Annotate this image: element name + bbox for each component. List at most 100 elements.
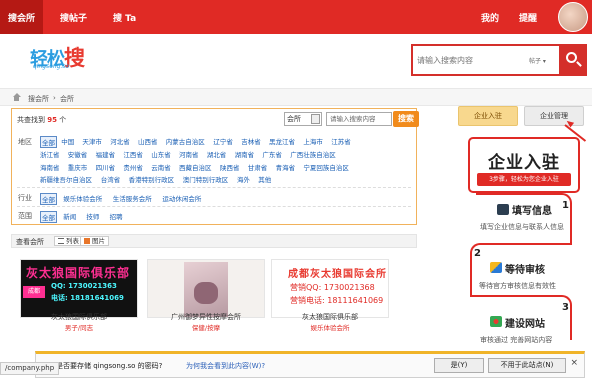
- region-option[interactable]: 澳门特别行政区: [183, 174, 229, 184]
- club-photo: [184, 262, 228, 317]
- club-card-title[interactable]: 灰太狼国际俱乐部: [20, 312, 138, 322]
- region-option[interactable]: 全部: [40, 136, 57, 148]
- region-option[interactable]: 重庆市: [68, 162, 88, 172]
- region-option[interactable]: 山东省: [151, 149, 171, 159]
- region-option[interactable]: 其他: [258, 174, 271, 184]
- nav-search-ta[interactable]: 搜 Ta: [113, 11, 136, 24]
- region-option[interactable]: 江西省: [123, 149, 143, 159]
- region-option[interactable]: 浙江省: [40, 149, 60, 159]
- club-card-image[interactable]: [147, 259, 265, 318]
- scope-option[interactable]: 全部: [40, 211, 57, 223]
- view-label: 查看会所: [16, 238, 44, 246]
- region-option[interactable]: 海外: [237, 174, 250, 184]
- nav-search-posts[interactable]: 搜帖子: [60, 11, 87, 24]
- search-icon: [566, 52, 577, 63]
- region-option[interactable]: 河南省: [179, 149, 199, 159]
- scope-option[interactable]: 招聘: [110, 211, 123, 221]
- step-title: 建设网站: [505, 319, 545, 330]
- club-card-category[interactable]: 娱乐体验会所: [271, 322, 389, 332]
- logo-domain: qingsong.so: [33, 63, 70, 70]
- infobar-message: 是否要存储 qingsong.so 的密码?: [56, 362, 163, 370]
- divider: [17, 187, 411, 188]
- region-option[interactable]: 西藏自治区: [179, 162, 212, 172]
- avatar[interactable]: [558, 2, 588, 32]
- build-icon: [490, 316, 502, 327]
- region-option[interactable]: 吉林省: [241, 136, 261, 146]
- region-option[interactable]: 内蒙古自治区: [166, 136, 205, 146]
- nav-reminders[interactable]: 提醒: [519, 11, 537, 24]
- industry-option[interactable]: 全部: [40, 193, 57, 205]
- region-option[interactable]: 云南省: [151, 162, 171, 172]
- region-option[interactable]: 广西壮族自治区: [290, 149, 336, 159]
- step-number: 2: [474, 248, 481, 259]
- region-option[interactable]: 天津市: [82, 136, 102, 146]
- keyword-input[interactable]: 请输入搜索内容: [326, 112, 392, 126]
- category-select[interactable]: 会所: [284, 112, 322, 126]
- region-option[interactable]: 台湾省: [101, 174, 121, 184]
- nav-search-club[interactable]: 搜会所: [0, 0, 44, 34]
- club-card-title[interactable]: 灰太狼国际俱乐部: [271, 312, 389, 322]
- breadcrumb-item[interactable]: 搜会所: [28, 94, 49, 104]
- enterprise-manage-button[interactable]: 企业管理: [524, 106, 584, 126]
- infobar-help-link[interactable]: 为何我会看到此内容(W)?: [186, 361, 265, 371]
- breadcrumb-item[interactable]: 会所: [60, 94, 74, 104]
- region-option[interactable]: 上海市: [303, 136, 323, 146]
- card-banner-text: 灰太狼国际俱乐部: [26, 266, 131, 280]
- region-option[interactable]: 陕西省: [220, 162, 240, 172]
- scope-option[interactable]: 技师: [86, 211, 99, 221]
- region-option[interactable]: 贵州省: [123, 162, 143, 172]
- region-option[interactable]: 新疆维吾尔自治区: [40, 174, 92, 184]
- close-icon[interactable]: ×: [570, 358, 578, 368]
- home-icon[interactable]: [12, 93, 21, 101]
- save-password-infobar: 是否要存储 qingsong.so 的密码? 为何我会看到此内容(W)? 是(Y…: [35, 351, 585, 378]
- region-option[interactable]: 宁夏回族自治区: [303, 162, 349, 172]
- scope-option[interactable]: 新闻: [63, 211, 76, 221]
- nav-mine[interactable]: 我的: [481, 11, 499, 24]
- region-option[interactable]: 四川省: [96, 162, 116, 172]
- region-option[interactable]: 海南省: [40, 162, 60, 172]
- region-option[interactable]: 黑龙江省: [269, 136, 295, 146]
- list-view-button[interactable]: 列表: [54, 236, 83, 246]
- region-option[interactable]: 香港特别行政区: [129, 174, 175, 184]
- region-option[interactable]: 湖北省: [207, 149, 227, 159]
- never-for-site-button[interactable]: 不用于此站点(N): [488, 358, 566, 373]
- industry-option[interactable]: 运动休闲会所: [162, 193, 201, 203]
- region-option[interactable]: 江苏省: [331, 136, 351, 146]
- region-option[interactable]: 辽宁省: [213, 136, 233, 146]
- region-option[interactable]: 青海省: [276, 162, 296, 172]
- step-desc: 审核通过 完善网站内容: [480, 336, 553, 344]
- club-card-image[interactable]: 成都灰太狼国际会所 营销QQ: 1730021368 营销电话: 1811164…: [271, 259, 389, 318]
- header-search: 帖子 ▾: [411, 44, 587, 76]
- scope-label: 范围: [18, 212, 32, 220]
- region-option[interactable]: 山西省: [138, 136, 158, 146]
- club-card-title[interactable]: 广州御梦异性按摩会所: [147, 312, 265, 322]
- club-card-category[interactable]: 男子/同志: [20, 322, 138, 332]
- enterprise-settle-button[interactable]: 企业入驻: [458, 106, 518, 126]
- promo-title: 企业入驻: [488, 153, 560, 173]
- region-option[interactable]: 广东省: [262, 149, 282, 159]
- search-type-select[interactable]: 帖子 ▾: [529, 56, 546, 65]
- search-input[interactable]: [413, 46, 526, 74]
- region-option[interactable]: 安徽省: [68, 149, 88, 159]
- club-card-image[interactable]: 灰太狼国际俱乐部 QQ: 1730021363 电话: 18181641069 …: [20, 259, 138, 318]
- top-nav: 搜会所 搜帖子 搜 Ta 我的 提醒: [0, 0, 592, 34]
- industry-option[interactable]: 娱乐体验会所: [63, 193, 102, 203]
- region-option[interactable]: 甘肃省: [248, 162, 268, 172]
- region-option[interactable]: 河北省: [110, 136, 130, 146]
- image-icon: [84, 238, 90, 244]
- image-view-button[interactable]: 图片: [80, 236, 109, 246]
- search-button[interactable]: [559, 44, 587, 76]
- region-option[interactable]: 中国: [61, 136, 74, 146]
- filter-search-button[interactable]: 搜索: [393, 111, 419, 127]
- region-option[interactable]: 湖南省: [235, 149, 255, 159]
- settle-promo[interactable]: 企业入驻 3步骤，轻松为您企业入驻: [468, 137, 580, 193]
- list-icon: [58, 238, 64, 244]
- region-option[interactable]: 福建省: [96, 149, 116, 159]
- club-card-category[interactable]: 保健/按摩: [147, 322, 265, 332]
- site-logo[interactable]: 轻松搜 qingsong.so: [30, 42, 98, 72]
- industry-option[interactable]: 生活服务会所: [113, 193, 152, 203]
- promo-subtitle: 3步骤，轻松为您企业入驻: [477, 173, 571, 186]
- status-url: /company.php: [0, 362, 60, 375]
- save-password-yes-button[interactable]: 是(Y): [434, 358, 484, 373]
- result-count: 共查找到 95 个: [17, 116, 67, 124]
